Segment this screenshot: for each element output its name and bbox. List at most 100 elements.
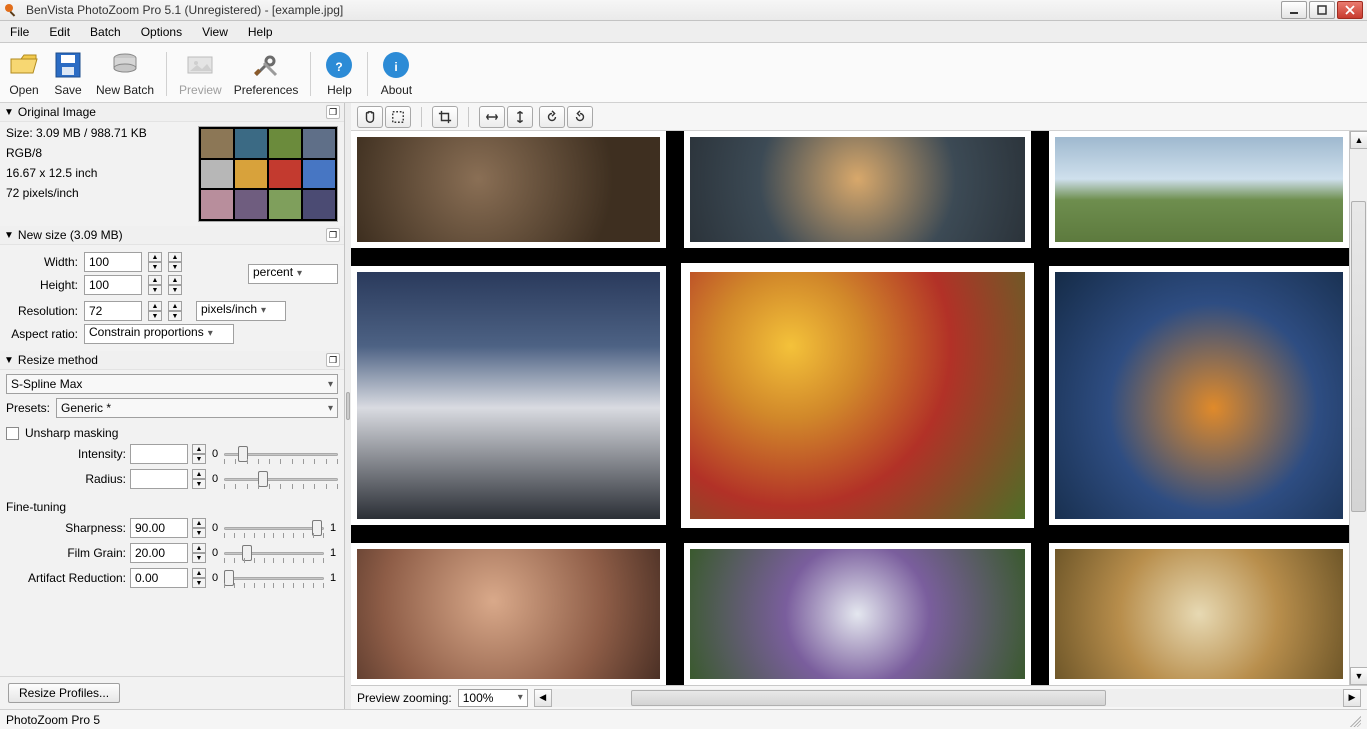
- preview-tile: [1049, 131, 1349, 248]
- minimize-button[interactable]: [1281, 1, 1307, 19]
- left-panel: ▼ Original Image ❐ Size: 3.09 MB / 988.7…: [0, 103, 345, 709]
- marquee-tool-button[interactable]: [385, 106, 411, 128]
- status-bar: PhotoZoom Pro 5: [0, 709, 1367, 729]
- navigator-thumbnail[interactable]: [198, 126, 338, 222]
- vertical-scrollbar[interactable]: ▲ ▼: [1349, 131, 1367, 685]
- preview-button[interactable]: Preview: [173, 46, 228, 102]
- sharpness-slider[interactable]: [224, 517, 324, 539]
- res-up[interactable]: ▲: [148, 301, 162, 311]
- unsharp-checkbox[interactable]: [6, 427, 19, 440]
- section-resize-method-header[interactable]: ▼ Resize method ❐: [0, 351, 344, 370]
- grain-up[interactable]: ▲: [192, 543, 206, 553]
- grain-slider[interactable]: [224, 542, 324, 564]
- rotate-right-button[interactable]: [567, 106, 593, 128]
- menu-view[interactable]: View: [192, 21, 238, 42]
- intensity-min: 0: [210, 448, 220, 460]
- resize-profiles-button[interactable]: Resize Profiles...: [8, 683, 120, 703]
- toolbar: Open Save New Batch Preview Preferences …: [0, 43, 1367, 103]
- scroll-thumb[interactable]: [1351, 201, 1366, 512]
- grain-down[interactable]: ▼: [192, 553, 206, 563]
- sharpness-input[interactable]: [130, 518, 188, 538]
- help-button[interactable]: ? Help: [317, 46, 361, 102]
- toolbar-separator: [367, 52, 368, 96]
- radius-down[interactable]: ▼: [192, 479, 206, 489]
- grain-input[interactable]: [130, 543, 188, 563]
- scroll-right-button[interactable]: ▶: [1343, 689, 1361, 707]
- res-link-up[interactable]: ▲: [168, 301, 182, 311]
- open-button[interactable]: Open: [2, 46, 46, 102]
- width-input[interactable]: [84, 252, 142, 272]
- radius-up[interactable]: ▲: [192, 469, 206, 479]
- height-up[interactable]: ▲: [148, 275, 162, 285]
- resize-grip-icon[interactable]: [1347, 713, 1361, 727]
- menu-help[interactable]: Help: [238, 21, 283, 42]
- width-link-down[interactable]: ▼: [168, 262, 182, 272]
- scroll-down-button[interactable]: ▼: [1350, 667, 1367, 685]
- artifact-slider[interactable]: [224, 567, 324, 589]
- hand-tool-button[interactable]: [357, 106, 383, 128]
- expand-icon[interactable]: ❐: [326, 228, 340, 242]
- horizontal-scrollbar[interactable]: ◀ ▶: [534, 689, 1361, 707]
- res-link-down[interactable]: ▼: [168, 311, 182, 321]
- expand-icon[interactable]: ❐: [326, 353, 340, 367]
- flip-horizontal-button[interactable]: [479, 106, 505, 128]
- preset-select[interactable]: Generic *: [56, 398, 338, 418]
- section-new-size-header[interactable]: ▼ New size (3.09 MB) ❐: [0, 226, 344, 245]
- section-label: Original Image: [18, 105, 96, 119]
- section-original-image-header[interactable]: ▼ Original Image ❐: [0, 103, 344, 122]
- maximize-button[interactable]: [1309, 1, 1335, 19]
- menu-options[interactable]: Options: [131, 21, 192, 42]
- width-down[interactable]: ▼: [148, 262, 162, 272]
- svg-text:?: ?: [336, 60, 343, 74]
- height-link-up[interactable]: ▲: [168, 275, 182, 285]
- artifact-down[interactable]: ▼: [192, 578, 206, 588]
- scroll-left-button[interactable]: ◀: [534, 689, 552, 707]
- intensity-input[interactable]: [130, 444, 188, 464]
- menu-file[interactable]: File: [0, 21, 39, 42]
- radius-slider[interactable]: [224, 468, 338, 490]
- expand-icon[interactable]: ❐: [326, 105, 340, 119]
- artifact-up[interactable]: ▲: [192, 568, 206, 578]
- intensity-up[interactable]: ▲: [192, 444, 206, 454]
- height-label: Height:: [6, 278, 78, 292]
- height-down[interactable]: ▼: [148, 285, 162, 295]
- status-text: PhotoZoom Pro 5: [6, 713, 100, 727]
- new-batch-button[interactable]: New Batch: [90, 46, 160, 102]
- size-unit-select[interactable]: percent: [248, 264, 338, 284]
- radius-label: Radius:: [6, 472, 126, 486]
- width-link-up[interactable]: ▲: [168, 252, 182, 262]
- close-button[interactable]: [1337, 1, 1363, 19]
- menu-batch[interactable]: Batch: [80, 21, 131, 42]
- aspect-select[interactable]: Constrain proportions: [84, 324, 234, 344]
- height-link-down[interactable]: ▼: [168, 285, 182, 295]
- window-title: BenVista PhotoZoom Pro 5.1 (Unregistered…: [26, 3, 1281, 17]
- scroll-up-button[interactable]: ▲: [1350, 131, 1367, 149]
- preview-canvas[interactable]: [351, 131, 1349, 685]
- height-input[interactable]: [84, 275, 142, 295]
- sharpness-down[interactable]: ▼: [192, 528, 206, 538]
- artifact-input[interactable]: [130, 568, 188, 588]
- res-down[interactable]: ▼: [148, 311, 162, 321]
- preferences-button[interactable]: Preferences: [228, 46, 305, 102]
- scroll-thumb[interactable]: [631, 690, 1106, 706]
- finetune-label: Fine-tuning: [6, 500, 338, 514]
- about-button[interactable]: i About: [374, 46, 418, 102]
- resize-method-select[interactable]: S-Spline Max: [6, 374, 338, 394]
- intensity-down[interactable]: ▼: [192, 454, 206, 464]
- menu-edit[interactable]: Edit: [39, 21, 80, 42]
- resolution-input[interactable]: [84, 301, 142, 321]
- radius-input[interactable]: [130, 469, 188, 489]
- flip-vertical-button[interactable]: [507, 106, 533, 128]
- width-up[interactable]: ▲: [148, 252, 162, 262]
- crop-button[interactable]: [432, 106, 458, 128]
- preview-tile: [351, 543, 666, 685]
- save-button[interactable]: Save: [46, 46, 90, 102]
- preview-zoom-select[interactable]: 100%: [458, 689, 528, 707]
- app-icon: [4, 2, 20, 18]
- intensity-label: Intensity:: [6, 447, 126, 461]
- intensity-slider[interactable]: [224, 443, 338, 465]
- rotate-left-button[interactable]: [539, 106, 565, 128]
- res-unit-select[interactable]: pixels/inch: [196, 301, 286, 321]
- sharpness-up[interactable]: ▲: [192, 518, 206, 528]
- preview-icon: [184, 49, 216, 81]
